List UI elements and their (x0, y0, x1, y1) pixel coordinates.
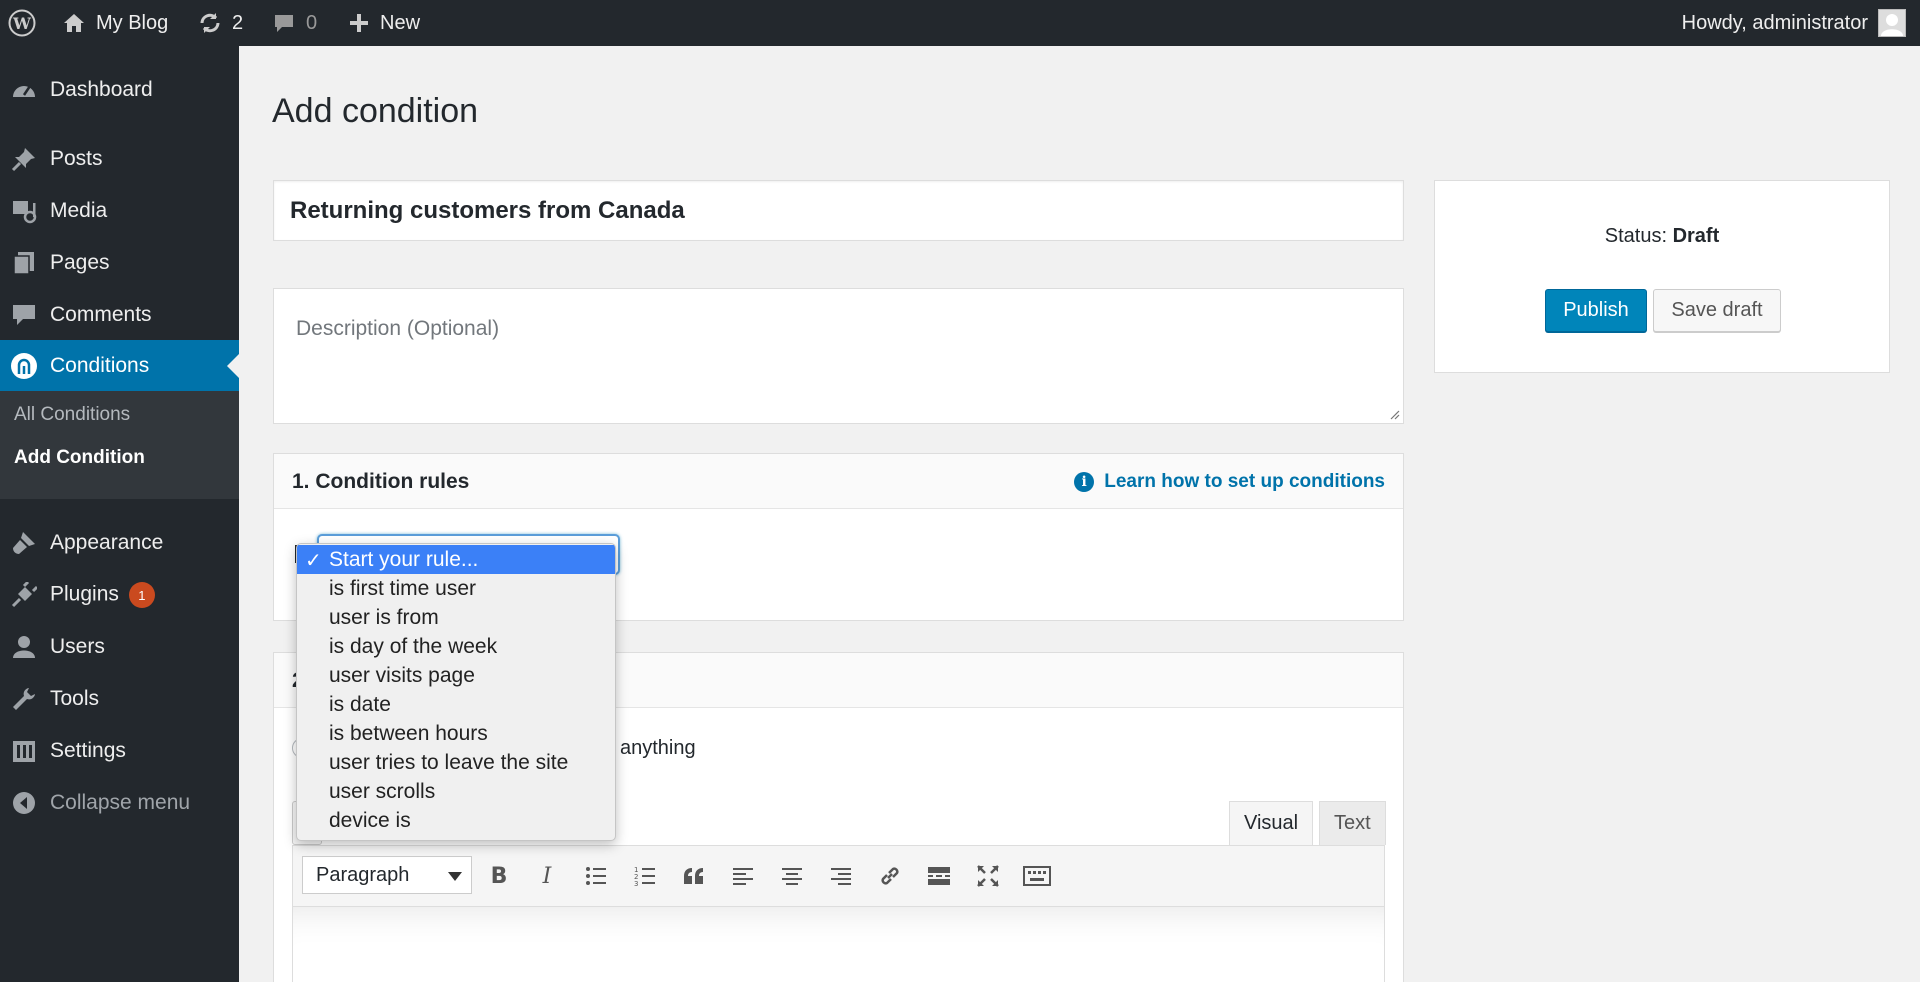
status-value: Draft (1672, 225, 1720, 247)
dropdown-option[interactable]: ✓ Start your rule... (297, 545, 615, 574)
plugins-label: Plugins (50, 582, 119, 606)
updates-icon (198, 11, 222, 35)
publish-button[interactable]: Publish (1545, 289, 1647, 332)
svg-text:3: 3 (634, 880, 638, 886)
svg-text:B: B (491, 865, 508, 887)
fullscreen-icon[interactable] (973, 861, 1003, 891)
format-select[interactable]: Paragraph (302, 856, 472, 894)
comment-icon (10, 301, 38, 329)
dropdown-option[interactable]: is between hours (297, 719, 615, 748)
condition-rules-heading: 1. Condition rules (292, 470, 470, 493)
condition-title-input[interactable]: Returning customers from Canada (273, 180, 1404, 241)
dropdown-option[interactable]: user scrolls (297, 777, 615, 806)
align-center-icon[interactable] (777, 861, 807, 891)
status-line: Status: Draft (1435, 225, 1889, 248)
svg-text:I: I (542, 865, 553, 887)
sidebar-item-appearance[interactable]: Appearance (0, 517, 239, 569)
conditions-icon (10, 352, 38, 380)
align-right-icon[interactable] (826, 861, 856, 891)
submenu-add-condition[interactable]: Add Condition (14, 447, 145, 469)
sidebar-item-users[interactable]: Users (0, 621, 239, 673)
editor-toolbar: Paragraph B I 123 (292, 845, 1385, 907)
info-icon: i (1074, 472, 1095, 492)
sidebar-item-tools[interactable]: Tools (0, 673, 239, 725)
status-label: Status: (1604, 225, 1668, 247)
tab-visual[interactable]: Visual (1229, 801, 1314, 845)
sidebar-item-conditions[interactable]: Conditions (0, 340, 239, 392)
bold-icon[interactable]: B (484, 861, 514, 891)
keyboard-icon[interactable] (1022, 861, 1052, 891)
learn-conditions-label: Learn how to set up conditions (1104, 471, 1385, 492)
dashboard-icon (10, 76, 38, 104)
comment-bubble-icon (272, 11, 296, 35)
dropdown-option[interactable]: is day of the week (297, 632, 615, 661)
checkmark-icon: ✓ (305, 550, 322, 572)
brush-icon (10, 529, 38, 557)
dropdown-option[interactable]: user tries to leave the site (297, 748, 615, 777)
description-placeholder: Description (Optional) (296, 317, 500, 340)
user-icon (10, 633, 38, 661)
bullet-list-icon[interactable] (581, 861, 611, 891)
site-name-link[interactable]: My Blog (62, 0, 168, 46)
sidebar-item-comments[interactable]: Comments (0, 289, 239, 341)
save-draft-button[interactable]: Save draft (1653, 289, 1781, 332)
greeting: Howdy, administrator (1681, 11, 1868, 34)
wrench-icon (10, 685, 38, 713)
plug-icon (10, 581, 38, 609)
settings-icon (10, 737, 38, 765)
align-left-icon[interactable] (728, 861, 758, 891)
plus-icon (348, 12, 370, 34)
avatar (1878, 9, 1906, 37)
blockquote-icon[interactable] (679, 861, 709, 891)
learn-conditions-link[interactable]: i Learn how to set up conditions (1074, 471, 1385, 493)
media-icon (10, 197, 38, 225)
format-select-value: Paragraph (316, 863, 410, 886)
new-content-link[interactable]: New (348, 0, 420, 46)
dropdown-option[interactable]: is first time user (297, 574, 615, 603)
radio-option-label: anything (620, 737, 696, 759)
sidebar-item-media[interactable]: Media (0, 185, 239, 237)
sidebar-item-dashboard[interactable]: Dashboard (0, 64, 239, 116)
editor-content-area[interactable] (292, 907, 1385, 982)
page-title: Add condition (272, 92, 479, 130)
admin-bar: W My Blog 2 0 New Howdy, administrator (0, 0, 1920, 46)
dropdown-option[interactable]: user visits page (297, 661, 615, 690)
user-account-menu[interactable]: Howdy, administrator (1682, 0, 1906, 46)
plugins-update-badge: 1 (128, 582, 155, 608)
comments-count: 0 (306, 11, 318, 34)
sidebar-item-plugins[interactable]: Plugins 1 (0, 569, 239, 621)
collapse-icon (10, 789, 38, 817)
dropdown-option[interactable]: is date (297, 690, 615, 719)
submenu-all-conditions[interactable]: All Conditions (14, 404, 130, 426)
updates-link[interactable]: 2 (198, 0, 243, 46)
tab-text[interactable]: Text (1319, 801, 1386, 845)
resize-grip-icon[interactable] (1388, 408, 1400, 420)
italic-icon[interactable]: I (532, 861, 562, 891)
collapse-menu-button[interactable]: Collapse menu (0, 777, 239, 829)
pin-icon (10, 145, 38, 173)
home-icon (62, 11, 86, 35)
read-more-icon[interactable] (924, 861, 954, 891)
dropdown-option[interactable]: user is from (297, 603, 615, 632)
pages-icon (10, 249, 38, 277)
dropdown-option[interactable]: device is (297, 806, 615, 835)
conditions-submenu: All Conditions Add Condition (0, 391, 239, 499)
new-label: New (380, 11, 421, 34)
updates-count: 2 (232, 11, 244, 34)
chevron-down-icon (448, 872, 462, 881)
sidebar-item-pages[interactable]: Pages (0, 237, 239, 289)
sidebar-item-settings[interactable]: Settings (0, 725, 239, 777)
svg-text:W: W (12, 14, 32, 33)
description-textarea[interactable]: Description (Optional) (273, 288, 1404, 424)
rule-dropdown-list: ✓ Start your rule... is first time user u… (296, 543, 616, 841)
site-name: My Blog (96, 11, 169, 34)
sidebar-item-posts[interactable]: Posts (0, 133, 239, 185)
link-icon[interactable] (875, 861, 905, 891)
numbered-list-icon[interactable]: 123 (630, 861, 660, 891)
wordpress-logo-icon[interactable]: W (8, 0, 36, 46)
publish-panel: Status: Draft Publish Save draft (1434, 180, 1890, 373)
admin-sidebar: Dashboard Posts Media Pages Comments Con… (0, 46, 239, 982)
comments-link[interactable]: 0 (272, 0, 317, 46)
condition-rules-header: 1. Condition rules i Learn how to set up… (274, 454, 1403, 509)
